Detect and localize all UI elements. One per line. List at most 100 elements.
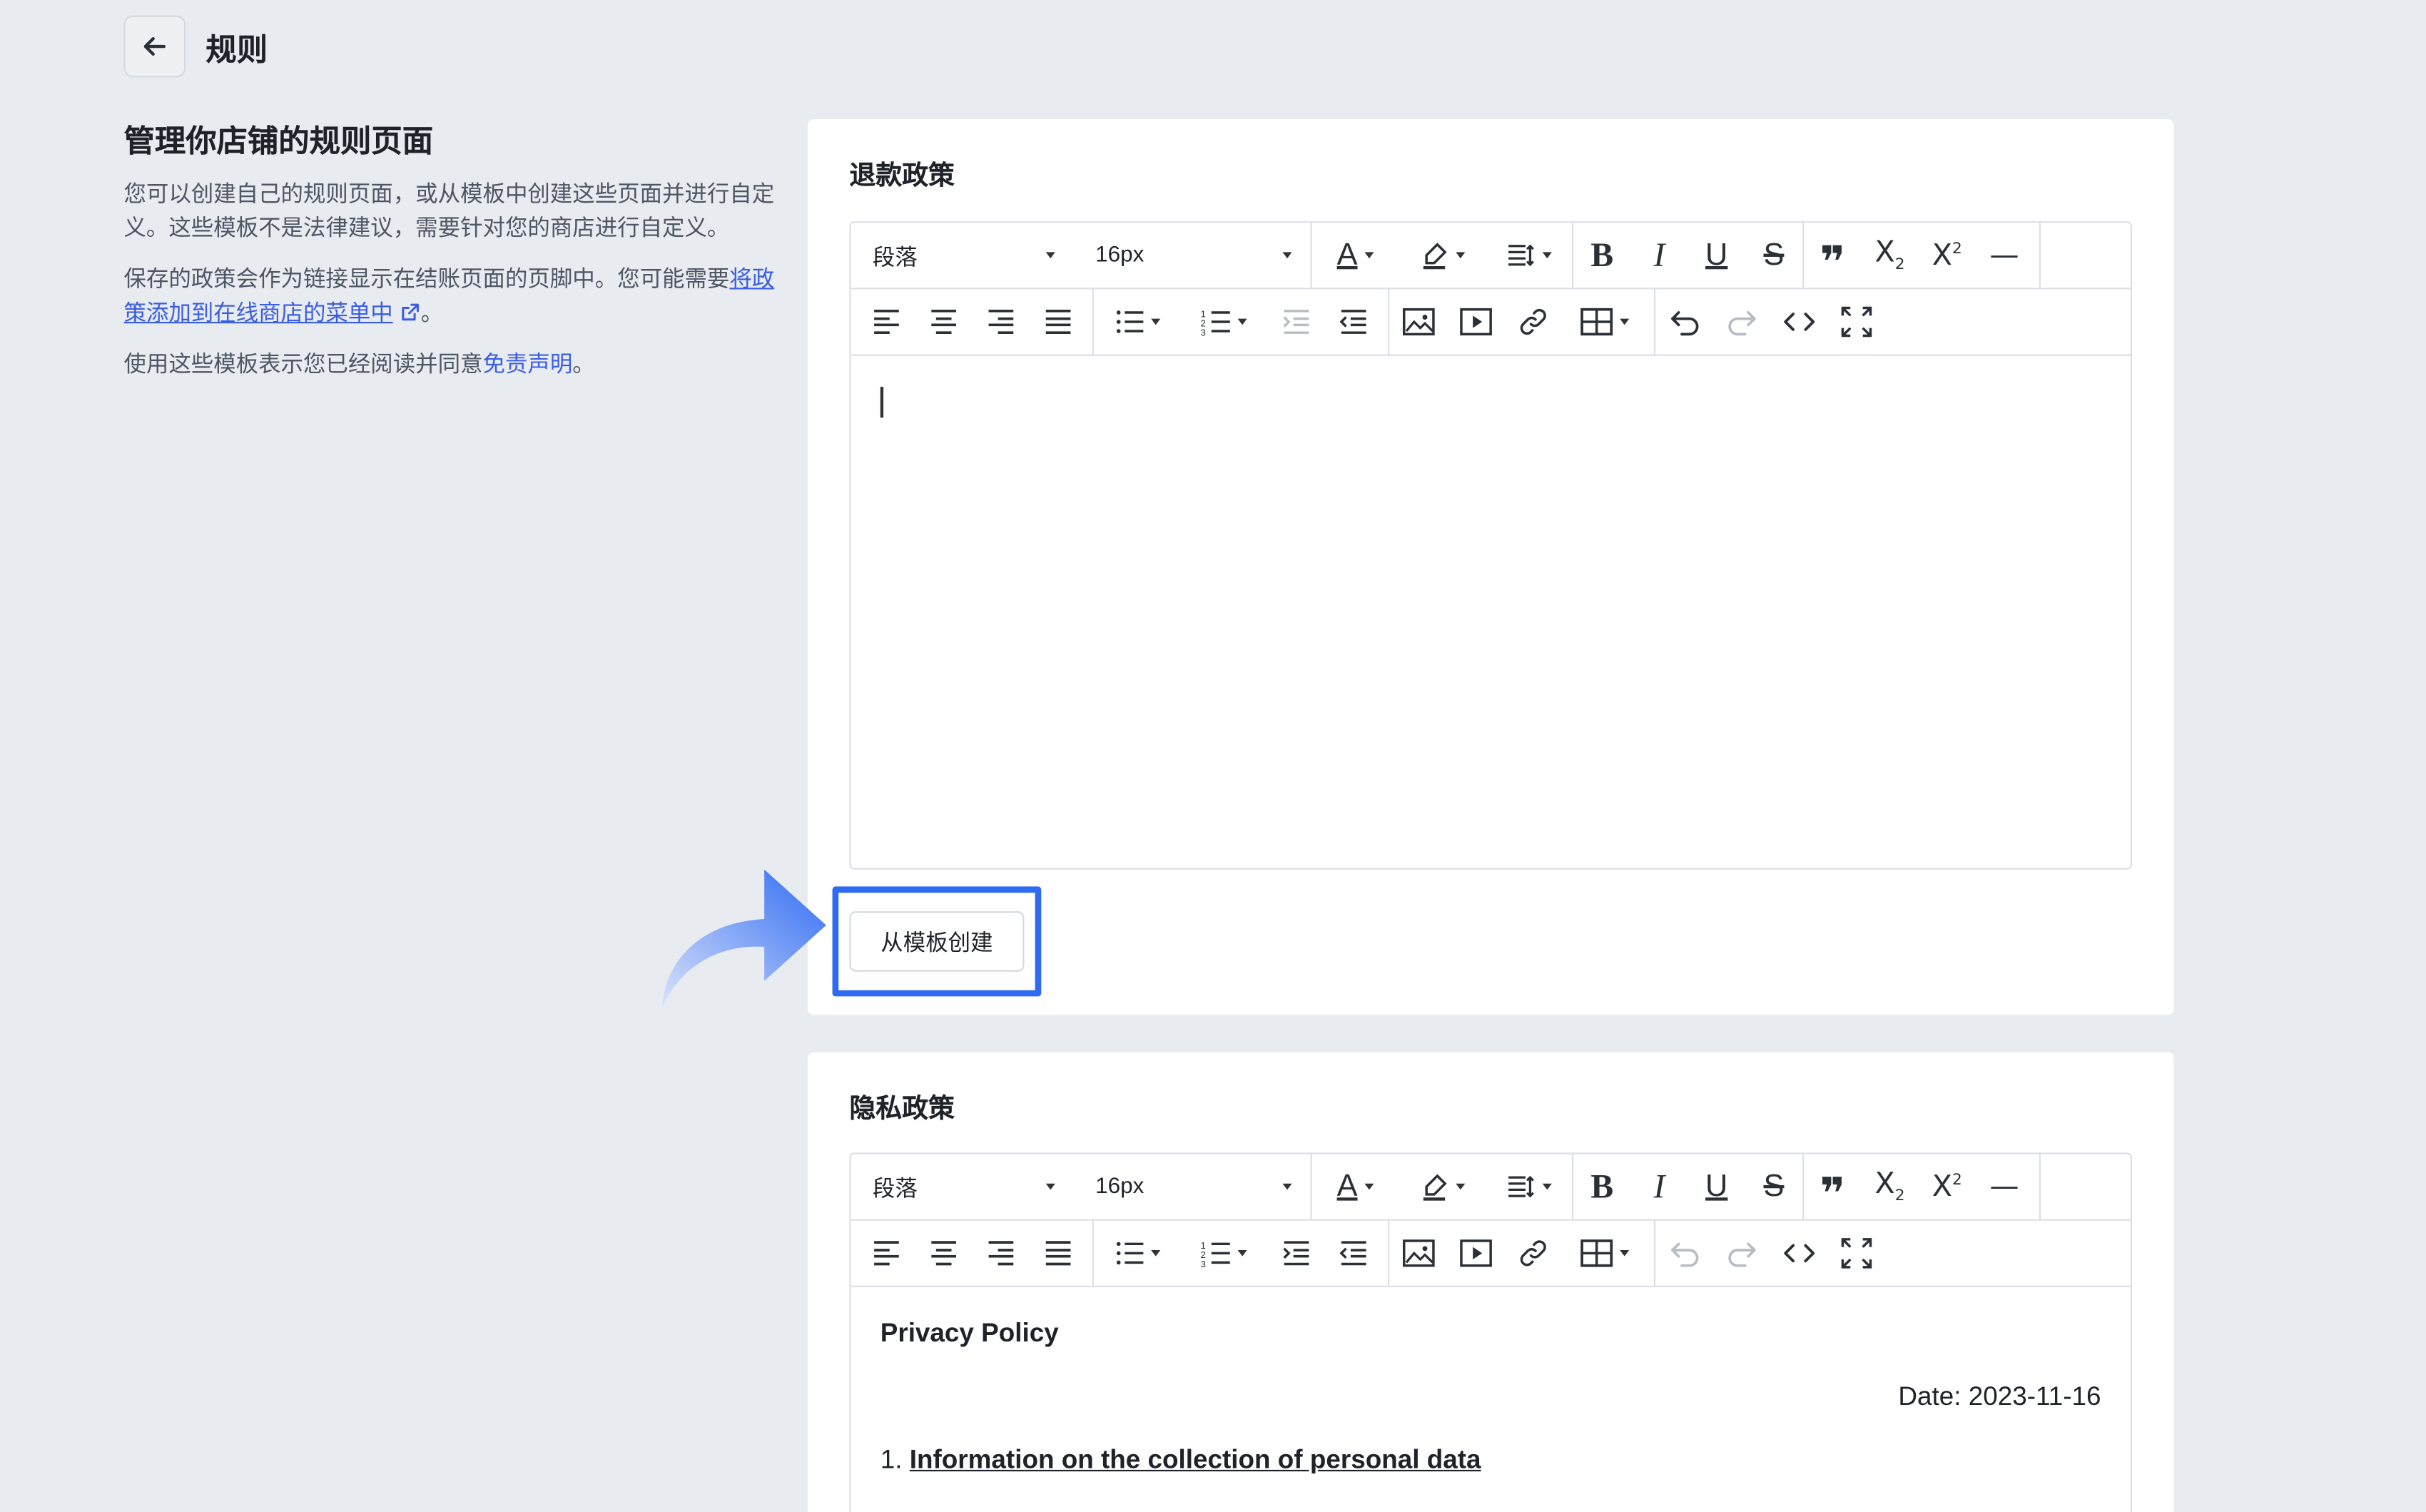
align-justify-icon [1045, 309, 1070, 335]
subscript-button[interactable]: X2 [1861, 1155, 1918, 1219]
italic-button[interactable]: I [1630, 1155, 1687, 1219]
fullscreen-button[interactable] [1827, 1221, 1884, 1286]
code-view-button[interactable] [1770, 1221, 1827, 1286]
intro-paragraph-3-suffix: 。 [572, 352, 595, 378]
paragraph-select[interactable]: 段落 [851, 1155, 1074, 1219]
pointer-arrow-icon [662, 869, 826, 1008]
bold-button[interactable]: B [1573, 1155, 1630, 1219]
svg-text:3: 3 [1200, 1259, 1205, 1269]
align-right-button[interactable] [972, 289, 1029, 354]
superscript-icon: X2 [1932, 237, 1962, 272]
align-center-icon [930, 1241, 955, 1266]
refund-policy-content[interactable] [851, 356, 2131, 868]
horizontal-rule-button[interactable]: — [1976, 223, 2033, 288]
table-button[interactable] [1561, 1221, 1648, 1286]
subscript-icon: X2 [1874, 234, 1905, 273]
intro-paragraph-3: 使用这些模板表示您已经阅读并同意免责声明。 [123, 348, 781, 382]
table-button[interactable] [1561, 289, 1648, 354]
privacy-policy-card: 隐私政策 段落 16px A B I U S ❞ X2 X2 — 1 2 3 P… [807, 1052, 2174, 1512]
text-cursor [880, 387, 883, 418]
align-left-button[interactable] [857, 289, 914, 354]
outdent-button[interactable] [1324, 289, 1381, 354]
back-button[interactable] [123, 15, 186, 78]
redo-button[interactable] [1712, 289, 1770, 354]
line-height-icon [1508, 1175, 1534, 1198]
bold-button[interactable]: B [1573, 223, 1630, 288]
superscript-button[interactable]: X2 [1919, 223, 1976, 288]
font-color-button[interactable]: A [1312, 1155, 1399, 1219]
highlight-button[interactable] [1399, 1155, 1485, 1219]
image-icon [1401, 1239, 1434, 1267]
align-right-button[interactable] [972, 1221, 1029, 1286]
video-button[interactable] [1446, 1221, 1503, 1286]
redo-button[interactable] [1712, 1221, 1770, 1286]
numbered-list-button[interactable]: 123 [1180, 1221, 1267, 1286]
video-button[interactable] [1446, 289, 1503, 354]
align-center-button[interactable] [914, 1221, 971, 1286]
align-left-icon [873, 1241, 898, 1266]
quote-button[interactable]: ❞ [1804, 223, 1861, 288]
link-button[interactable] [1504, 1221, 1561, 1286]
font-size-select[interactable]: 16px [1074, 1155, 1311, 1219]
font-size-select[interactable]: 16px [1074, 223, 1311, 288]
fullscreen-icon [1840, 306, 1872, 338]
create-from-template-button[interactable]: 从模板创建 [849, 911, 1025, 972]
underline-button[interactable]: U [1688, 1155, 1745, 1219]
chevron-down-icon [1543, 252, 1553, 259]
underline-button[interactable]: U [1688, 223, 1745, 288]
numbered-list-icon: 123 [1200, 1240, 1230, 1269]
refund-policy-title: 退款政策 [849, 161, 955, 191]
strikethrough-icon: S [1763, 1169, 1785, 1204]
numbered-list-button[interactable]: 123 [1180, 289, 1267, 354]
line-height-button[interactable] [1486, 223, 1572, 288]
external-link-icon[interactable] [399, 302, 420, 323]
font-color-button[interactable]: A [1312, 223, 1399, 288]
undo-icon [1670, 1242, 1698, 1267]
align-justify-button[interactable] [1029, 289, 1086, 354]
align-justify-button[interactable] [1029, 1221, 1086, 1286]
font-color-icon: A [1336, 238, 1358, 273]
redo-icon [1727, 311, 1755, 336]
intro-paragraph-1: 您可以创建自己的规则页面，或从模板中创建这些页面并进行自定义。这些模板不是法律建… [123, 182, 775, 242]
fullscreen-button[interactable] [1827, 289, 1884, 354]
chevron-down-icon [1543, 1183, 1553, 1190]
strikethrough-button[interactable]: S [1745, 223, 1802, 288]
line-height-icon [1508, 244, 1534, 267]
outdent-button[interactable] [1324, 1221, 1381, 1286]
chevron-down-icon [1151, 318, 1161, 325]
line-height-button[interactable] [1486, 1155, 1572, 1219]
bullet-list-button[interactable] [1094, 1221, 1180, 1286]
indent-button[interactable] [1267, 289, 1324, 354]
align-center-icon [930, 309, 955, 335]
align-right-icon [988, 309, 1013, 335]
privacy-policy-content[interactable]: Privacy Policy Date: 2023-11-16 1. Infor… [851, 1287, 2131, 1512]
subscript-icon: X2 [1874, 1166, 1905, 1204]
intro-paragraph-2-text: 保存的政策会作为链接显示在结账页面的页脚中。您可能需要 [123, 268, 730, 293]
italic-button[interactable]: I [1630, 223, 1687, 288]
privacy-policy-editor: 段落 16px A B I U S ❞ X2 X2 — 1 2 3 Privac… [849, 1152, 2132, 1512]
align-justify-icon [1045, 1241, 1070, 1266]
bold-icon: B [1590, 1166, 1614, 1206]
align-left-button[interactable] [857, 1221, 914, 1286]
link-button[interactable] [1504, 289, 1561, 354]
code-view-button[interactable] [1770, 289, 1827, 354]
image-button[interactable] [1389, 289, 1446, 354]
quote-button[interactable]: ❞ [1804, 1155, 1861, 1219]
align-center-button[interactable] [914, 289, 971, 354]
outdent-icon [1339, 310, 1366, 334]
bullet-list-button[interactable] [1094, 289, 1180, 354]
undo-button[interactable] [1655, 289, 1712, 354]
subscript-button[interactable]: X2 [1861, 223, 1918, 288]
undo-button[interactable] [1655, 1221, 1712, 1286]
highlight-button[interactable] [1399, 223, 1485, 288]
strikethrough-button[interactable]: S [1745, 1155, 1802, 1219]
superscript-button[interactable]: X2 [1919, 1155, 1976, 1219]
chevron-down-icon [1620, 1249, 1630, 1257]
horizontal-rule-button[interactable]: — [1976, 1155, 2033, 1219]
image-button[interactable] [1389, 1221, 1446, 1286]
paragraph-select[interactable]: 段落 [851, 223, 1074, 288]
indent-button[interactable] [1267, 1221, 1324, 1286]
page-title: 规则 [205, 33, 268, 68]
highlight-icon [1423, 243, 1447, 270]
disclaimer-link[interactable]: 免责声明 [483, 352, 573, 377]
